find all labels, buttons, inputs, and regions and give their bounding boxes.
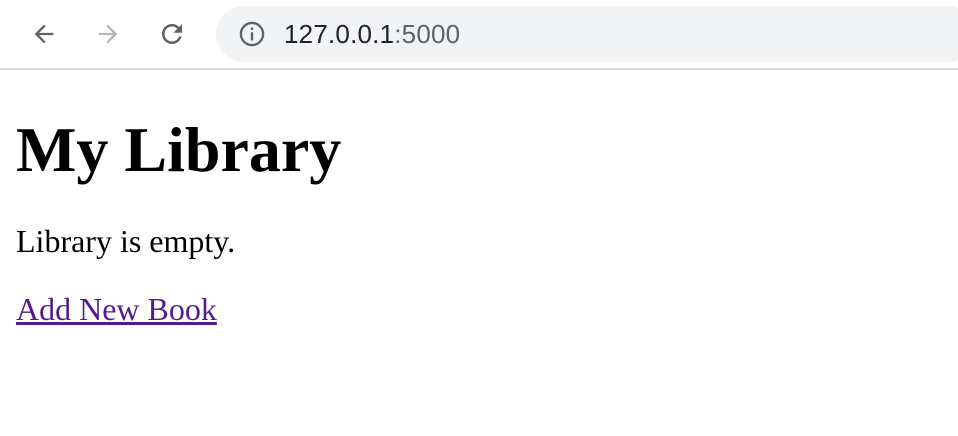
url-host: 127.0.0.1 (284, 18, 395, 49)
page-title: My Library (16, 114, 342, 185)
add-new-book-link[interactable]: Add New Book (16, 290, 217, 328)
url-text[interactable]: 127.0.0.1:5000 (284, 19, 460, 50)
back-button[interactable] (24, 14, 64, 54)
info-circle-icon[interactable] (238, 20, 266, 48)
address-bar[interactable]: 127.0.0.1:5000 (216, 6, 958, 62)
arrow-left-icon (34, 24, 54, 44)
reload-button[interactable] (152, 14, 192, 54)
empty-library-message: Library is empty. (16, 223, 236, 259)
url-port: :5000 (394, 18, 461, 49)
arrow-right-icon (98, 24, 118, 44)
forward-button[interactable] (88, 14, 128, 54)
reload-icon (162, 24, 182, 44)
browser-toolbar: 127.0.0.1:5000 (0, 0, 958, 70)
page-content: My Library Library is empty. Add New Boo… (0, 116, 958, 328)
